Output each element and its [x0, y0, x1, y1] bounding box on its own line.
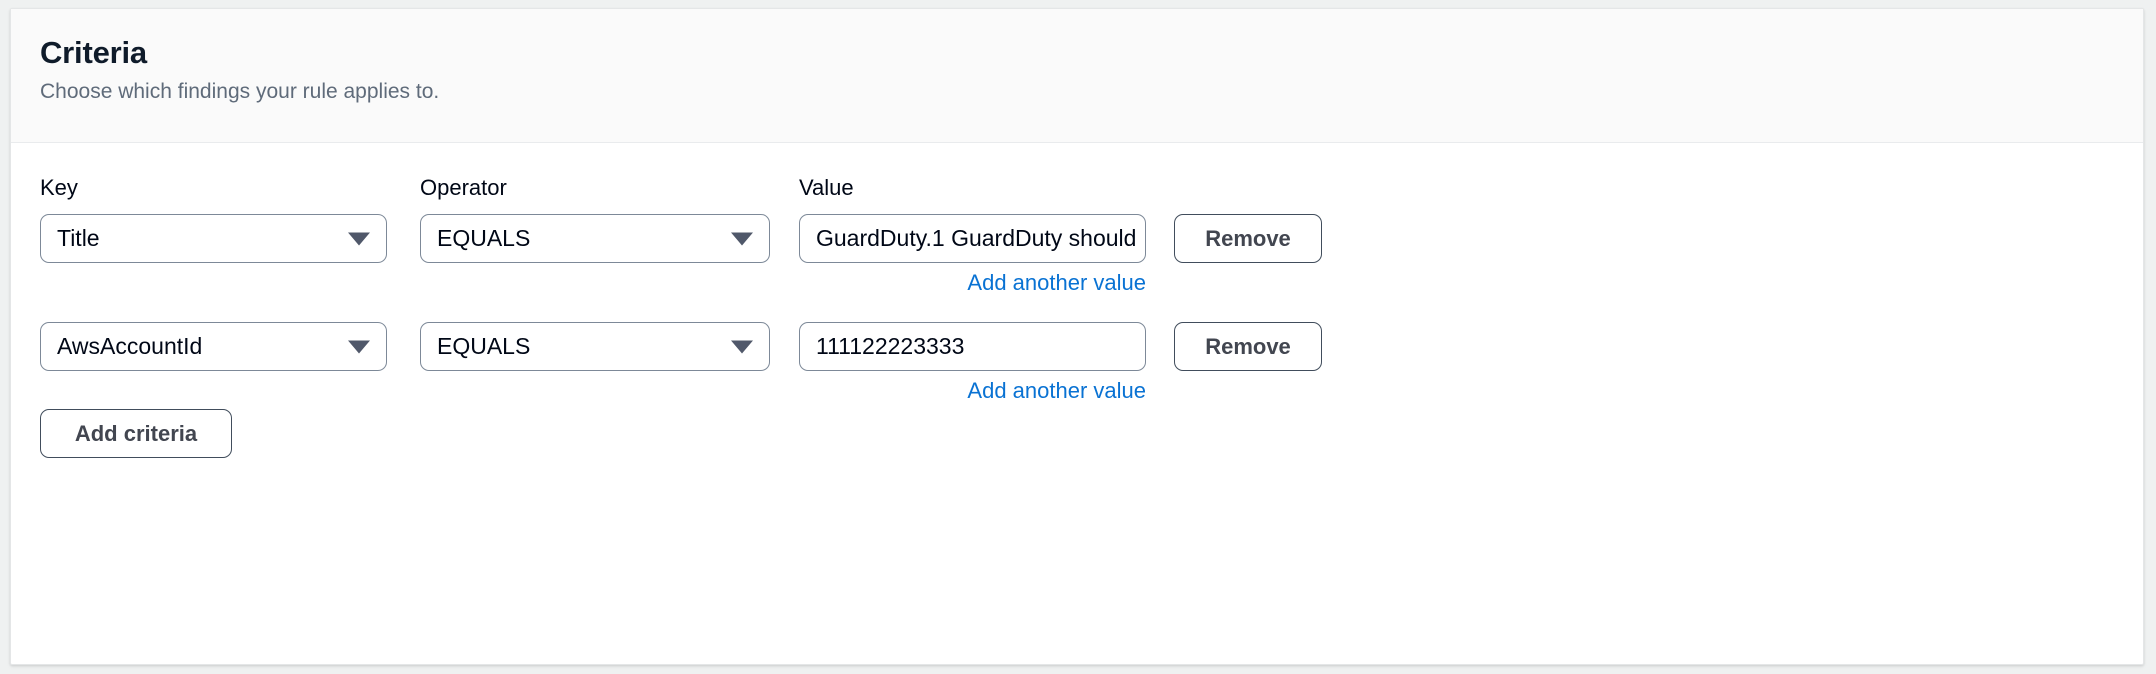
- key-select-value: AwsAccountId: [57, 333, 203, 359]
- page-description: Choose which findings your rule applies …: [40, 80, 440, 103]
- add-criteria-button[interactable]: Add criteria: [40, 409, 232, 458]
- operator-select[interactable]: EQUALS: [420, 322, 770, 371]
- key-select[interactable]: Title: [40, 214, 387, 263]
- value-input[interactable]: GuardDuty.1 GuardDuty should: [799, 214, 1146, 263]
- chevron-down-icon: [731, 232, 753, 245]
- add-another-value-link[interactable]: Add another value: [799, 270, 1146, 296]
- value-input[interactable]: 111122223333: [799, 322, 1146, 371]
- column-header-key: Key: [40, 175, 78, 200]
- operator-select[interactable]: EQUALS: [420, 214, 770, 263]
- key-select-value: Title: [57, 225, 100, 251]
- key-select[interactable]: AwsAccountId: [40, 322, 387, 371]
- column-header-value: Value: [799, 175, 854, 200]
- value-input-text: 111122223333: [816, 333, 965, 359]
- operator-select-value: EQUALS: [437, 225, 531, 251]
- remove-button[interactable]: Remove: [1174, 322, 1322, 371]
- chevron-down-icon: [348, 340, 370, 353]
- operator-select-value: EQUALS: [437, 333, 531, 359]
- criteria-panel-root: Criteria Choose which findings your rule…: [0, 0, 2156, 674]
- remove-button[interactable]: Remove: [1174, 214, 1322, 263]
- column-header-operator: Operator: [420, 175, 507, 200]
- chevron-down-icon: [731, 340, 753, 353]
- value-input-text: GuardDuty.1 GuardDuty should: [816, 225, 1137, 251]
- page-title: Criteria: [40, 35, 147, 70]
- chevron-down-icon: [348, 232, 370, 245]
- criteria-card-body: Key Operator Value Title EQUALS GuardDut…: [11, 144, 2143, 664]
- criteria-card: Criteria Choose which findings your rule…: [10, 8, 2144, 665]
- add-another-value-link[interactable]: Add another value: [799, 378, 1146, 404]
- criteria-card-header: Criteria Choose which findings your rule…: [11, 9, 2143, 143]
